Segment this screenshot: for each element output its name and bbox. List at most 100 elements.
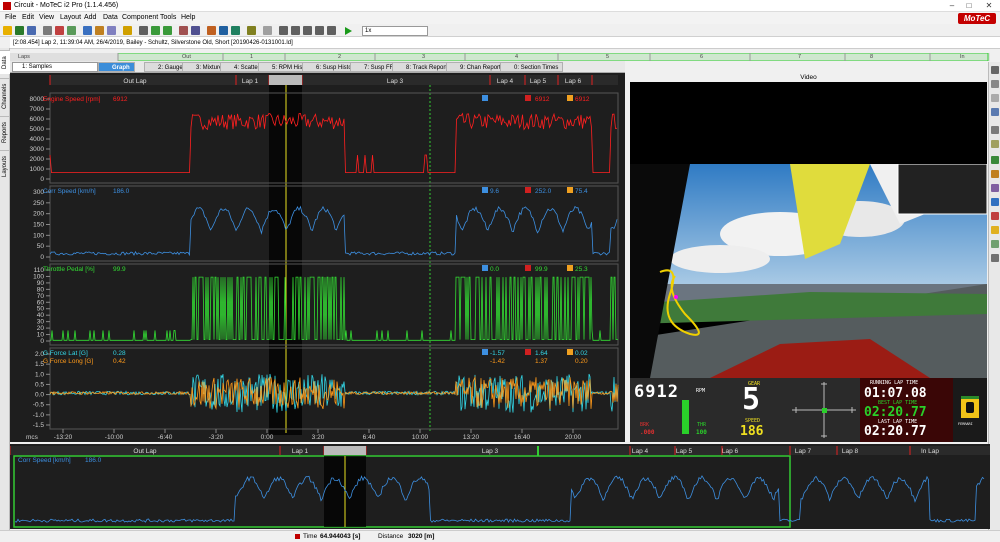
lap-nav-label-4: 4 [515, 54, 519, 60]
tab-chan-report[interactable]: 9: Chan Report [446, 62, 506, 72]
tab-track-report[interactable]: 8: Track Report [392, 62, 453, 72]
graph-panel[interactable]: Out LapLap 1Lap 2Lap 3Lap 4Lap 5Lap 6800… [10, 73, 625, 442]
min-flag-icon-0 [482, 95, 488, 101]
lap2-tab[interactable] [269, 75, 302, 85]
settings-icon[interactable] [263, 26, 272, 35]
tool-zoom-icon[interactable] [991, 66, 999, 74]
session-info: [2:08.454] Lap 2, 11:39:04 AM, 26/4/2019… [13, 40, 293, 46]
lap-nav-label-6: 6 [700, 54, 704, 60]
chart-icon[interactable] [207, 26, 216, 35]
measure-icon[interactable] [179, 26, 188, 35]
graph-canvas[interactable]: Out LapLap 1Lap 2Lap 3Lap 4Lap 5Lap 6800… [10, 73, 625, 442]
tool-overlay-icon[interactable] [991, 184, 999, 192]
track-icon[interactable] [231, 26, 240, 35]
x-tick-0: -13:20 [54, 434, 73, 441]
minimize-button[interactable]: – [945, 1, 959, 11]
zoom-out-icon[interactable] [163, 26, 172, 35]
menu-file[interactable]: File [5, 13, 16, 23]
min-flag-icon-2 [482, 265, 488, 271]
grid-icon[interactable] [219, 26, 228, 35]
tab-data[interactable]: Data [0, 50, 10, 74]
step-forward-icon[interactable] [327, 26, 336, 35]
tool-export-icon[interactable] [991, 170, 999, 178]
tool-cursor-icon[interactable] [991, 108, 999, 116]
menu-component[interactable]: Component [122, 13, 158, 23]
x-tick-3: -3:20 [209, 434, 224, 441]
x-tick-4: 0:00 [261, 434, 274, 441]
refresh-icon[interactable] [67, 26, 76, 35]
video-panel[interactable]: 6912 RPM BRK .000 THR 100 GEAR 5 SPEED 1… [630, 82, 987, 442]
min-flag-icon-3 [482, 349, 488, 355]
zoom-in-icon[interactable] [151, 26, 160, 35]
tool-properties-icon[interactable] [991, 254, 999, 262]
menu-tools[interactable]: Tools [160, 13, 176, 23]
tab-section-times[interactable]: 0: Section Times [500, 62, 564, 72]
channel-value-1: 186.0 [113, 188, 130, 195]
tool-channels-icon[interactable] [991, 198, 999, 206]
x-tick-5: 3:20 [312, 434, 325, 441]
tab-channels[interactable]: Channels [0, 78, 10, 114]
step-back-icon[interactable] [303, 26, 312, 35]
cursor-icon[interactable] [139, 26, 148, 35]
copy-icon[interactable] [83, 26, 92, 35]
open-icon[interactable] [3, 26, 12, 35]
first-icon[interactable] [279, 26, 288, 35]
menu-edit[interactable]: Edit [22, 13, 34, 23]
tool-scale-icon[interactable] [991, 226, 999, 234]
time-marker-icon [295, 534, 300, 539]
tab-layouts[interactable]: Layouts [0, 150, 10, 182]
math-icon[interactable] [247, 26, 256, 35]
menu-view[interactable]: View [39, 13, 54, 23]
rewind-icon[interactable] [291, 26, 300, 35]
worksheet-selector[interactable]: 1: Samples [12, 62, 98, 72]
menu-data[interactable]: Data [103, 13, 118, 23]
pane-1-tick-2: 200 [33, 211, 44, 218]
lap-nav-label-7: 7 [798, 54, 802, 60]
channel-max-3: 1.64 [535, 350, 548, 357]
tool-measure-icon[interactable] [991, 126, 999, 134]
stop-icon[interactable] [315, 26, 324, 35]
lap-nav-label-in: In [960, 54, 965, 60]
folder-icon[interactable] [123, 26, 132, 35]
menu-help[interactable]: Help [181, 13, 195, 23]
lap-overview-canvas[interactable]: Out LapLap 1Lap 2Lap 3Lap 4Lap 5Lap 6Lap… [9, 444, 990, 529]
tool-grid-icon[interactable] [991, 240, 999, 248]
lap-overview-panel[interactable]: Out LapLap 1Lap 2Lap 3Lap 4Lap 5Lap 6Lap… [9, 444, 990, 529]
pane-0-tick-6: 2000 [30, 156, 45, 163]
avg-flag-icon-1 [567, 187, 573, 193]
play-icon[interactable] [345, 27, 352, 35]
delete-icon[interactable] [55, 26, 64, 35]
new-icon[interactable] [15, 26, 24, 35]
overlay-icon[interactable] [191, 26, 200, 35]
close-button[interactable]: ✕ [982, 1, 996, 11]
overview-lap2-tab[interactable] [324, 446, 366, 455]
tab-graph[interactable]: Graph [98, 62, 135, 72]
menu-layout[interactable]: Layout [60, 13, 81, 23]
lap-navigator[interactable]: Laps Out 1 2 3 4 5 6 7 8 In [10, 53, 990, 61]
worksheet-tabs: 1: Samples Graph 2: Gauges 3: Mixture 4:… [10, 61, 625, 73]
tool-alarms-icon[interactable] [991, 212, 999, 220]
menu-add[interactable]: Add [84, 13, 96, 23]
paste-icon[interactable] [95, 26, 104, 35]
tool-marker-icon[interactable] [991, 140, 999, 148]
pane-1-tick-3: 150 [33, 222, 44, 229]
save-icon[interactable] [27, 26, 36, 35]
lap-nav-label-5: 5 [606, 54, 610, 60]
tab-susp-histo[interactable]: 6: Susp Histo [302, 62, 357, 72]
tool-pan-icon[interactable] [991, 80, 999, 88]
maximize-button[interactable]: □ [962, 1, 976, 11]
tool-sync-icon[interactable] [991, 156, 999, 164]
lap-navigator-track[interactable] [10, 53, 990, 61]
print-icon[interactable] [43, 26, 52, 35]
graph-lap-label-1: Lap 1 [242, 78, 259, 85]
playback-speed-select[interactable]: 1x [362, 26, 428, 36]
x-tick-9: 16:40 [514, 434, 531, 441]
channel-max-1: 252.0 [535, 188, 552, 195]
pane-0-tick-2: 6000 [30, 116, 45, 123]
properties-icon[interactable] [107, 26, 116, 35]
tab-reports[interactable]: Reports [0, 116, 10, 148]
brk-label: BRK [640, 422, 650, 428]
motec-logo: MoTeC [958, 13, 996, 24]
tool-lock-icon[interactable] [991, 94, 999, 102]
pane-3-tick-7: -1.5 [33, 422, 45, 429]
